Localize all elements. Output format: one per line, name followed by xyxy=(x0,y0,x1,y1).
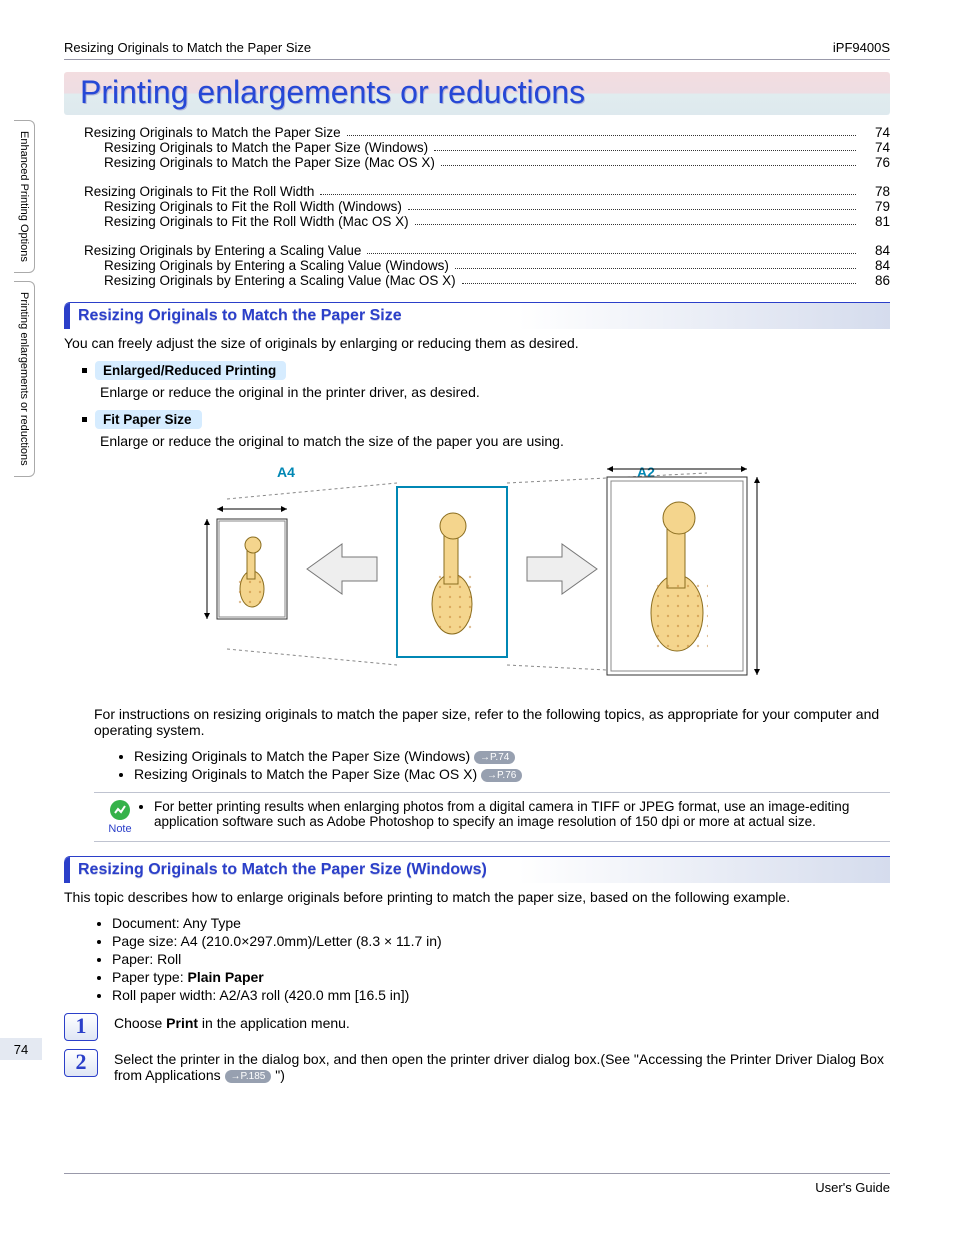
toc-group: Resizing Originals to Match the Paper Si… xyxy=(84,125,890,170)
para: You can freely adjust the size of origin… xyxy=(64,335,890,351)
toc-label: Resizing Originals by Entering a Scaling… xyxy=(84,243,361,258)
toc-row[interactable]: Resizing Originals by Entering a Scaling… xyxy=(84,243,890,258)
note-label: Note xyxy=(108,823,131,835)
toc-row[interactable]: Resizing Originals to Fit the Roll Width… xyxy=(84,214,890,229)
toc-group: Resizing Originals to Fit the Roll Width… xyxy=(84,184,890,229)
note-text: For better printing results when enlargi… xyxy=(138,799,882,829)
toc-label: Resizing Originals to Fit the Roll Width… xyxy=(104,199,402,214)
toc-page: 86 xyxy=(862,273,890,288)
section-title: Resizing Originals to Match the Paper Si… xyxy=(78,307,402,325)
step-number: 2 xyxy=(64,1049,98,1077)
toc-label: Resizing Originals by Entering a Scaling… xyxy=(104,258,449,273)
list-item: Resizing Originals to Match the Paper Si… xyxy=(134,748,890,764)
toc-page: 78 xyxy=(862,184,890,199)
toc-page: 74 xyxy=(862,140,890,155)
highlight-bullet: Enlarged/Reduced Printing xyxy=(82,361,890,380)
toc-label: Resizing Originals by Entering a Scaling… xyxy=(104,273,456,288)
page-number-badge: 74 xyxy=(0,1038,42,1060)
toc-row[interactable]: Resizing Originals to Match the Paper Si… xyxy=(84,125,890,140)
list-item: Page size: A4 (210.0×297.0mm)/Letter (8.… xyxy=(112,933,890,949)
list-item: Paper: Roll xyxy=(112,951,890,967)
step-text: Choose Print in the application menu. xyxy=(114,1013,890,1041)
label-a4: A4 xyxy=(277,464,295,480)
hl-label: Enlarged/Reduced Printing xyxy=(95,361,286,380)
toc-page: 76 xyxy=(862,155,890,170)
step: 2 Select the printer in the dialog box, … xyxy=(64,1049,890,1083)
page-ref-badge[interactable]: →P.74 xyxy=(474,751,515,764)
side-tab-enhanced[interactable]: Enhanced Printing Options xyxy=(14,120,35,273)
toc-row[interactable]: Resizing Originals to Fit the Roll Width… xyxy=(84,184,890,199)
model-code: iPF9400S xyxy=(833,40,890,55)
note-box: Note For better printing results when en… xyxy=(94,792,890,842)
highlight-bullet: Fit Paper Size xyxy=(82,410,890,429)
para: This topic describes how to enlarge orig… xyxy=(64,889,890,905)
toc-page: 84 xyxy=(862,258,890,273)
toc-group: Resizing Originals by Entering a Scaling… xyxy=(84,243,890,288)
para: Enlarge or reduce the original to match … xyxy=(100,433,890,449)
toc-row[interactable]: Resizing Originals to Fit the Roll Width… xyxy=(84,199,890,214)
toc-label: Resizing Originals to Match the Paper Si… xyxy=(104,140,428,155)
toc-page: 74 xyxy=(862,125,890,140)
para: Enlarge or reduce the original in the pr… xyxy=(100,384,890,400)
rule xyxy=(64,59,890,60)
side-tab-printing[interactable]: Printing enlargements or reductions xyxy=(14,281,35,477)
note-icon: Note xyxy=(102,799,138,835)
list-item: Roll paper width: A2/A3 roll (420.0 mm [… xyxy=(112,987,890,1003)
section-header: Resizing Originals to Match the Paper Si… xyxy=(64,856,890,883)
toc-page: 79 xyxy=(862,199,890,214)
link-text[interactable]: Resizing Originals to Match the Paper Si… xyxy=(134,748,470,764)
link-text[interactable]: Resizing Originals to Match the Paper Si… xyxy=(134,766,477,782)
toc-row[interactable]: Resizing Originals by Entering a Scaling… xyxy=(84,273,890,288)
step-text: Select the printer in the dialog box, an… xyxy=(114,1049,890,1083)
list-item: Resizing Originals to Match the Paper Si… xyxy=(134,766,890,782)
step: 1 Choose Print in the application menu. xyxy=(64,1013,890,1041)
section-header: Resizing Originals to Match the Paper Si… xyxy=(64,302,890,329)
bullet-icon xyxy=(82,417,87,422)
toc-row[interactable]: Resizing Originals by Entering a Scaling… xyxy=(84,258,890,273)
page-title-bar: Printing enlargements or reductions xyxy=(64,72,890,115)
list-item: Document: Any Type xyxy=(112,915,890,931)
bullet-icon xyxy=(82,368,87,373)
section-title: Resizing Originals to Match the Paper Si… xyxy=(78,861,487,879)
toc-row[interactable]: Resizing Originals to Match the Paper Si… xyxy=(84,140,890,155)
footer: User's Guide xyxy=(64,1173,890,1195)
toc-page: 81 xyxy=(862,214,890,229)
step-number: 1 xyxy=(64,1013,98,1041)
hl-label: Fit Paper Size xyxy=(95,410,202,429)
list-item: Paper type: Plain Paper xyxy=(112,969,890,985)
toc-page: 84 xyxy=(862,243,890,258)
page-ref-badge[interactable]: →P.185 xyxy=(225,1070,272,1083)
para: For instructions on resizing originals t… xyxy=(94,706,890,738)
footer-right: User's Guide xyxy=(815,1180,890,1195)
page-ref-badge[interactable]: →P.76 xyxy=(481,769,522,782)
page-title: Printing enlargements or reductions xyxy=(80,74,585,110)
resize-diagram: A4 A2 xyxy=(167,459,787,682)
toc-label: Resizing Originals to Match the Paper Si… xyxy=(84,125,341,140)
note-text-item: For better printing results when enlargi… xyxy=(154,799,882,829)
breadcrumb: Resizing Originals to Match the Paper Si… xyxy=(64,40,311,55)
toc-label: Resizing Originals to Match the Paper Si… xyxy=(104,155,435,170)
toc-label: Resizing Originals to Fit the Roll Width… xyxy=(104,214,409,229)
toc-label: Resizing Originals to Fit the Roll Width xyxy=(84,184,314,199)
toc-row[interactable]: Resizing Originals to Match the Paper Si… xyxy=(84,155,890,170)
